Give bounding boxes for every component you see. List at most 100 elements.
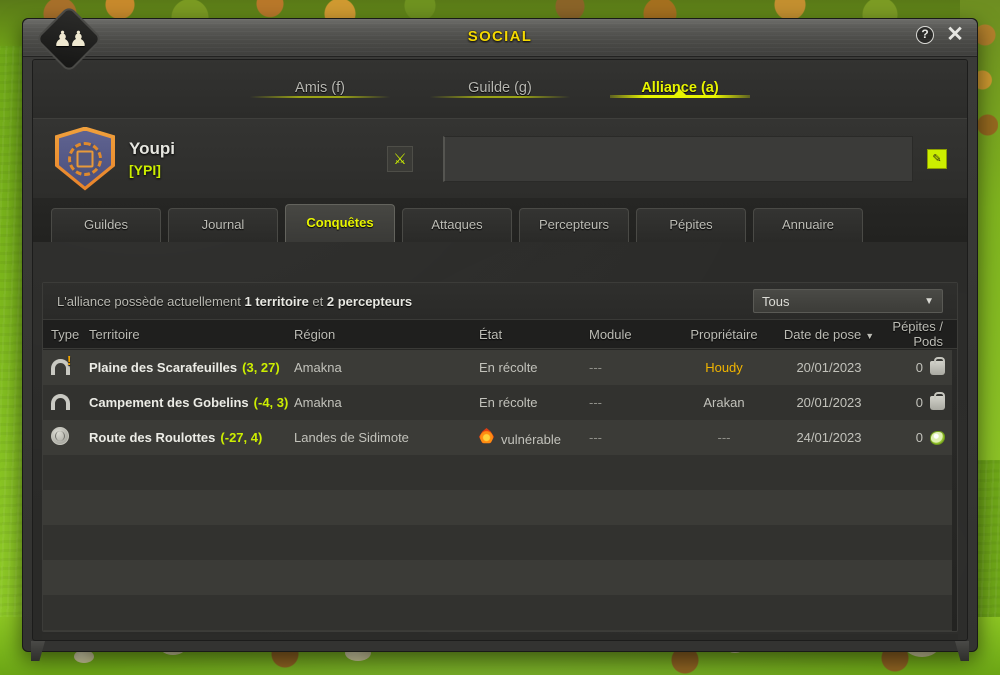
filter-selected-value: Tous	[762, 293, 790, 309]
state-label: En récolte	[479, 395, 538, 410]
table-row-empty	[43, 490, 957, 525]
alliance-description-field[interactable]	[443, 135, 913, 182]
cell-module: ---	[589, 360, 602, 375]
cell-territory[interactable]: Plaine des Scarafeuilles (3, 27)	[89, 360, 294, 375]
possession-summary: L'alliance possède actuellement 1 territ…	[57, 294, 412, 309]
cell-region: Amakna	[294, 360, 342, 375]
close-icon: ✕	[946, 23, 964, 46]
alert-exclamation-icon: !	[67, 352, 72, 368]
table-row-empty	[43, 595, 957, 630]
nugget-count: 0	[915, 360, 923, 375]
cell-type	[43, 427, 89, 448]
subtab-percepteurs[interactable]: Percepteurs	[519, 208, 629, 242]
pencil-edit-icon[interactable]: ✎	[927, 148, 947, 169]
subtab-annuaire[interactable]: Annuaire	[753, 208, 863, 242]
crossed-swords-icon[interactable]: ⚔	[387, 145, 413, 172]
globe-icon	[51, 427, 69, 445]
territory-name: Route des Roulottes	[89, 430, 216, 445]
info-bar: L'alliance possède actuellement 1 territ…	[43, 283, 957, 319]
subtab-pepites[interactable]: Pépites	[636, 208, 746, 242]
cell-territory[interactable]: Route des Roulottes (-27, 4)	[89, 430, 294, 445]
subtab-conquetes[interactable]: Conquêtes	[285, 204, 395, 242]
nugget-icon	[930, 430, 945, 445]
cell-state: En récolte	[479, 395, 589, 410]
alliance-tag: [YPI]	[129, 162, 161, 178]
table-header-row: Type Territoire Région État Module Propr…	[43, 319, 957, 349]
sub-tab-bar: Guildes Journal Conquêtes Attaques Perce…	[33, 198, 967, 242]
column-header-nuggets[interactable]: Pépites / Pods	[884, 319, 957, 349]
cell-nuggets: 0	[884, 430, 957, 445]
table-row[interactable]: Campement des Gobelins (-4, 3) Amakna En ré…	[43, 385, 957, 420]
territory-coordinates: (-4, 3)	[253, 395, 289, 410]
column-header-state[interactable]: État	[479, 327, 589, 342]
conquests-table-body[interactable]: ! Plaine des Scarafeuilles (3, 27) Amakna En…	[43, 350, 957, 631]
cell-owner: Arakan	[703, 395, 745, 410]
chevron-down-icon: ▼	[924, 295, 934, 307]
summary-territories: 1 territoire	[244, 293, 309, 309]
territory-coordinates: (3, 27)	[242, 360, 280, 375]
cell-nuggets: 0	[884, 391, 957, 410]
tab-active-arrow	[673, 89, 687, 96]
tab-alliance[interactable]: Alliance (a)	[590, 80, 770, 98]
main-tab-bar: Amis (f) Guilde (g) Alliance (a)	[33, 60, 967, 118]
territory-name: Plaine des Scarafeuilles	[89, 360, 238, 375]
vertical-scrollbar[interactable]	[952, 350, 957, 631]
column-header-date[interactable]: Date de pose ▼	[774, 327, 884, 342]
cell-date: 20/01/2023	[796, 360, 862, 375]
table-row[interactable]: ! Plaine des Scarafeuilles (3, 27) Amakna En…	[43, 350, 957, 385]
gear-symbol-icon	[68, 141, 102, 176]
table-row-empty	[43, 525, 957, 560]
tab-guilde[interactable]: Guilde (g)	[410, 80, 590, 98]
pods-bag-icon	[930, 391, 945, 410]
window-titlebar[interactable]: SOCIAL ? ✕	[23, 19, 977, 57]
alliance-shield-emblem	[55, 126, 115, 191]
alliance-name: Youpi	[129, 139, 175, 158]
subtab-journal[interactable]: Journal	[168, 208, 278, 242]
column-header-type[interactable]: Type	[43, 327, 89, 342]
cell-type	[43, 393, 89, 413]
help-icon: ?	[916, 26, 934, 44]
cell-state: En récolte	[479, 360, 589, 375]
column-header-owner[interactable]: Propriétaire	[674, 327, 774, 342]
cell-owner: Houdy	[705, 360, 743, 375]
table-row-empty	[43, 455, 957, 490]
nugget-count: 0	[915, 395, 923, 410]
territory-coordinates: (-27, 4)	[220, 430, 263, 445]
cell-nuggets: 0	[884, 356, 957, 375]
summary-joiner: et	[308, 293, 327, 309]
column-header-module[interactable]: Module	[589, 327, 674, 342]
social-window: SOCIAL ? ✕ ♟♟ Amis (f) Guilde (g) Allian	[22, 5, 978, 661]
panel-bottom-strip	[42, 634, 958, 640]
cell-owner: ---	[717, 430, 731, 445]
cell-module: ---	[589, 395, 602, 410]
tab-underline	[250, 96, 390, 98]
alliance-header: Youpi [YPI] ⚔ ✎	[33, 118, 967, 198]
cell-date: 20/01/2023	[796, 395, 862, 410]
state-label: vulnérable	[501, 432, 561, 447]
table-row-empty	[43, 630, 957, 631]
summary-prefix: L'alliance possède actuellement	[57, 293, 245, 309]
table-row-empty	[43, 560, 957, 595]
nugget-count: 0	[915, 430, 923, 445]
filter-dropdown[interactable]: Tous ▼	[753, 289, 943, 313]
cell-territory[interactable]: Campement des Gobelins (-4, 3)	[89, 395, 294, 410]
column-header-territory[interactable]: Territoire	[89, 327, 294, 342]
page-title: SOCIAL	[467, 28, 533, 45]
alliance-identity: Youpi [YPI]	[129, 139, 175, 178]
cell-date: 24/01/2023	[796, 430, 862, 445]
cell-type: !	[43, 353, 89, 378]
conquests-content: L'alliance possède actuellement 1 territ…	[42, 282, 958, 632]
subtab-guildes[interactable]: Guildes	[51, 208, 161, 242]
cell-state: vulnérable	[479, 428, 589, 447]
tab-amis[interactable]: Amis (f)	[230, 80, 410, 98]
prism-icon	[51, 393, 70, 410]
table-row[interactable]: Route des Roulottes (-27, 4) Landes de Sid…	[43, 420, 957, 455]
territory-name: Campement des Gobelins	[89, 395, 249, 410]
column-header-region[interactable]: Région	[294, 327, 479, 342]
tab-underline	[430, 96, 570, 98]
tab-guilde-label: Guilde (g)	[468, 80, 532, 96]
subtab-attaques[interactable]: Attaques	[402, 208, 512, 242]
help-button[interactable]: ?	[916, 26, 936, 46]
state-label: En récolte	[479, 360, 538, 375]
close-button[interactable]: ✕	[945, 23, 965, 46]
